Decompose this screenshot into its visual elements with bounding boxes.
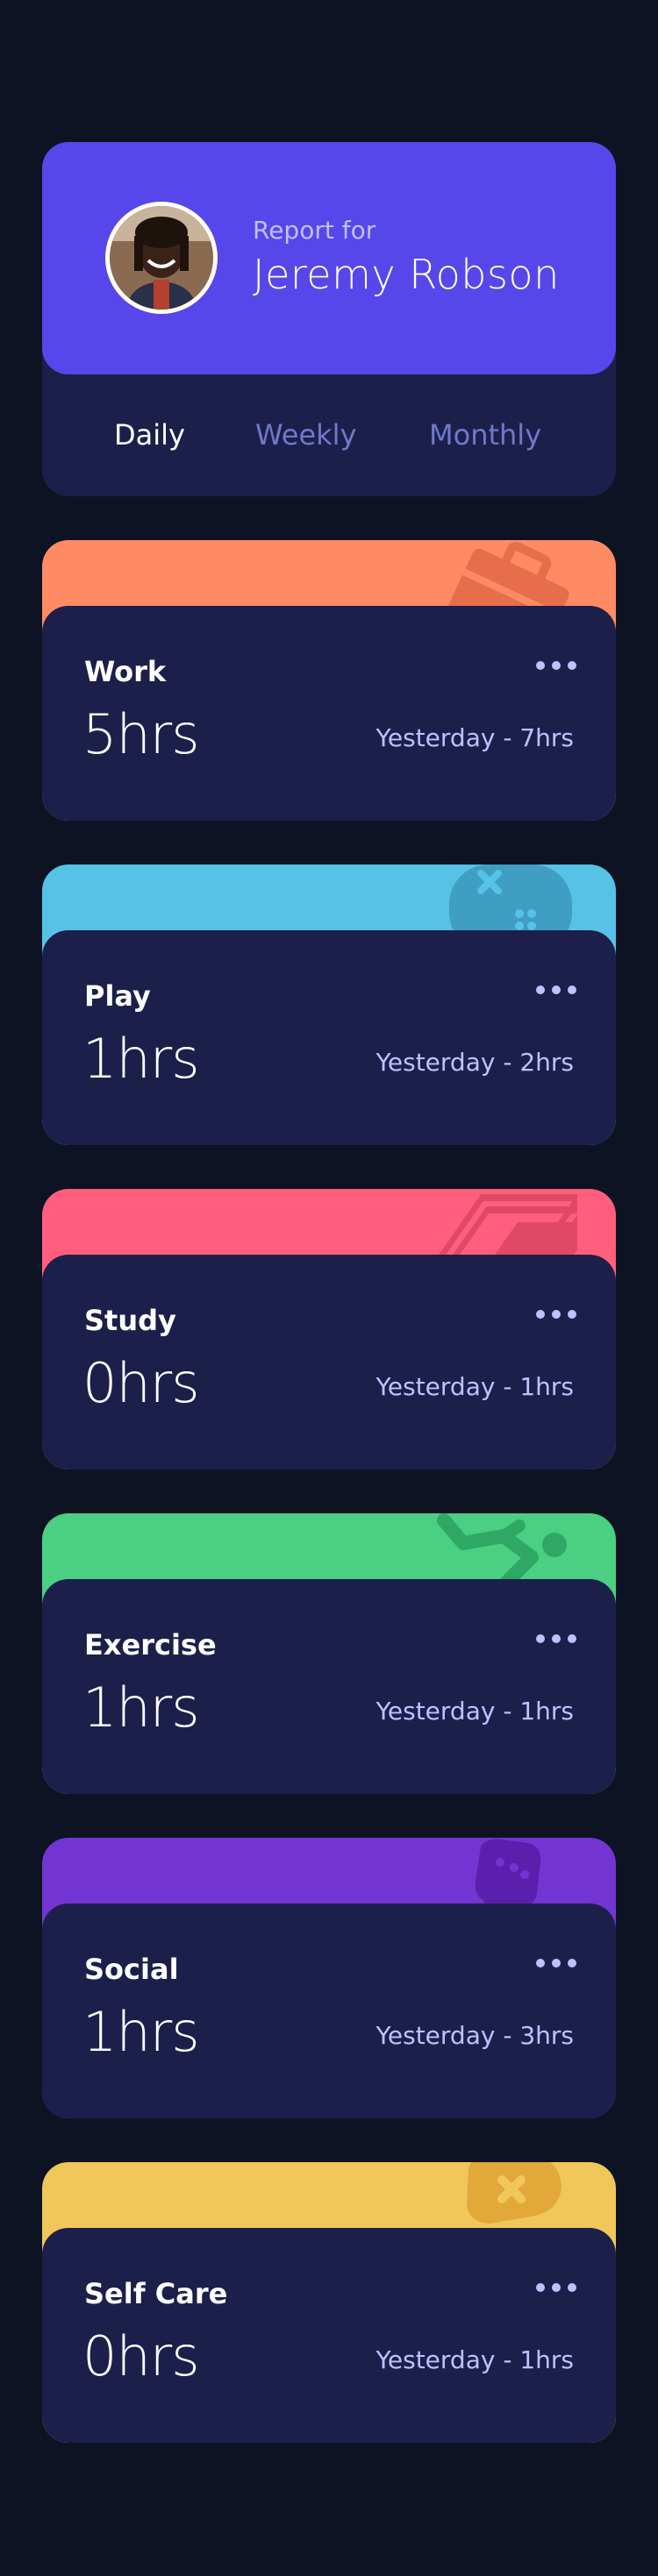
- previous-hours: Yesterday - 1hrs: [375, 1697, 575, 1726]
- card-title: Social: [84, 1953, 179, 1986]
- book-icon: [428, 1189, 577, 1257]
- activity-card-study: Study 0hrs Yesterday - 1hrs: [42, 1189, 616, 1469]
- briefcase-icon: [428, 540, 577, 608]
- card-title: Study: [84, 1304, 176, 1337]
- current-hours: 0hrs: [82, 2324, 200, 2388]
- card-body: Social 1hrs Yesterday - 3hrs: [42, 1904, 616, 2118]
- report-label: Report for: [253, 216, 376, 245]
- tab-weekly[interactable]: Weekly: [255, 418, 357, 452]
- current-hours: 1hrs: [82, 2000, 200, 2064]
- dashboard: Report for Jeremy Robson Daily Weekly Mo…: [42, 142, 616, 2443]
- running-icon: [428, 1513, 577, 1582]
- user-photo-icon: [110, 206, 213, 310]
- card-body: Exercise 1hrs Yesterday - 1hrs: [42, 1579, 616, 1794]
- current-hours: 5hrs: [82, 702, 200, 766]
- previous-hours: Yesterday - 1hrs: [375, 2345, 575, 2374]
- card-body: Play 1hrs Yesterday - 2hrs: [42, 930, 616, 1145]
- profile-header: Report for Jeremy Robson: [42, 142, 616, 374]
- tab-monthly[interactable]: Monthly: [429, 418, 541, 452]
- timeframe-tabs: Daily Weekly Monthly: [42, 374, 616, 496]
- card-title: Self Care: [84, 2277, 228, 2310]
- ellipsis-icon[interactable]: [535, 1306, 577, 1323]
- chat-icon: [428, 1838, 577, 1906]
- current-hours: 0hrs: [82, 1351, 200, 1415]
- profile-card: Report for Jeremy Robson Daily Weekly Mo…: [42, 142, 616, 496]
- card-body: Study 0hrs Yesterday - 1hrs: [42, 1255, 616, 1469]
- activity-card-social: Social 1hrs Yesterday - 3hrs: [42, 1838, 616, 2118]
- ellipsis-icon[interactable]: [535, 2279, 577, 2296]
- card-title: Work: [84, 655, 167, 688]
- current-hours: 1hrs: [82, 1676, 200, 1740]
- activity-card-exercise: Exercise 1hrs Yesterday - 1hrs: [42, 1513, 616, 1794]
- current-hours: 1hrs: [82, 1027, 200, 1091]
- previous-hours: Yesterday - 2hrs: [375, 1048, 575, 1077]
- activity-card-play: Play 1hrs Yesterday - 2hrs: [42, 865, 616, 1145]
- card-body: Self Care 0hrs Yesterday - 1hrs: [42, 2228, 616, 2443]
- ellipsis-icon[interactable]: [535, 657, 577, 674]
- previous-hours: Yesterday - 3hrs: [375, 2021, 575, 2050]
- tab-daily[interactable]: Daily: [114, 418, 185, 452]
- ellipsis-icon[interactable]: [535, 1954, 577, 1972]
- activity-card-work: Work 5hrs Yesterday - 7hrs: [42, 540, 616, 821]
- avatar: [105, 202, 218, 314]
- ellipsis-icon[interactable]: [535, 981, 577, 999]
- card-title: Exercise: [84, 1628, 217, 1662]
- user-name: Jeremy Robson: [253, 251, 560, 298]
- gamepad-icon: [428, 865, 577, 933]
- previous-hours: Yesterday - 1hrs: [375, 1372, 575, 1401]
- card-body: Work 5hrs Yesterday - 7hrs: [42, 606, 616, 821]
- heart-plus-icon: [428, 2162, 577, 2231]
- ellipsis-icon[interactable]: [535, 1630, 577, 1647]
- previous-hours: Yesterday - 7hrs: [375, 723, 575, 752]
- card-title: Play: [84, 979, 151, 1013]
- activity-card-self-care: Self Care 0hrs Yesterday - 1hrs: [42, 2162, 616, 2443]
